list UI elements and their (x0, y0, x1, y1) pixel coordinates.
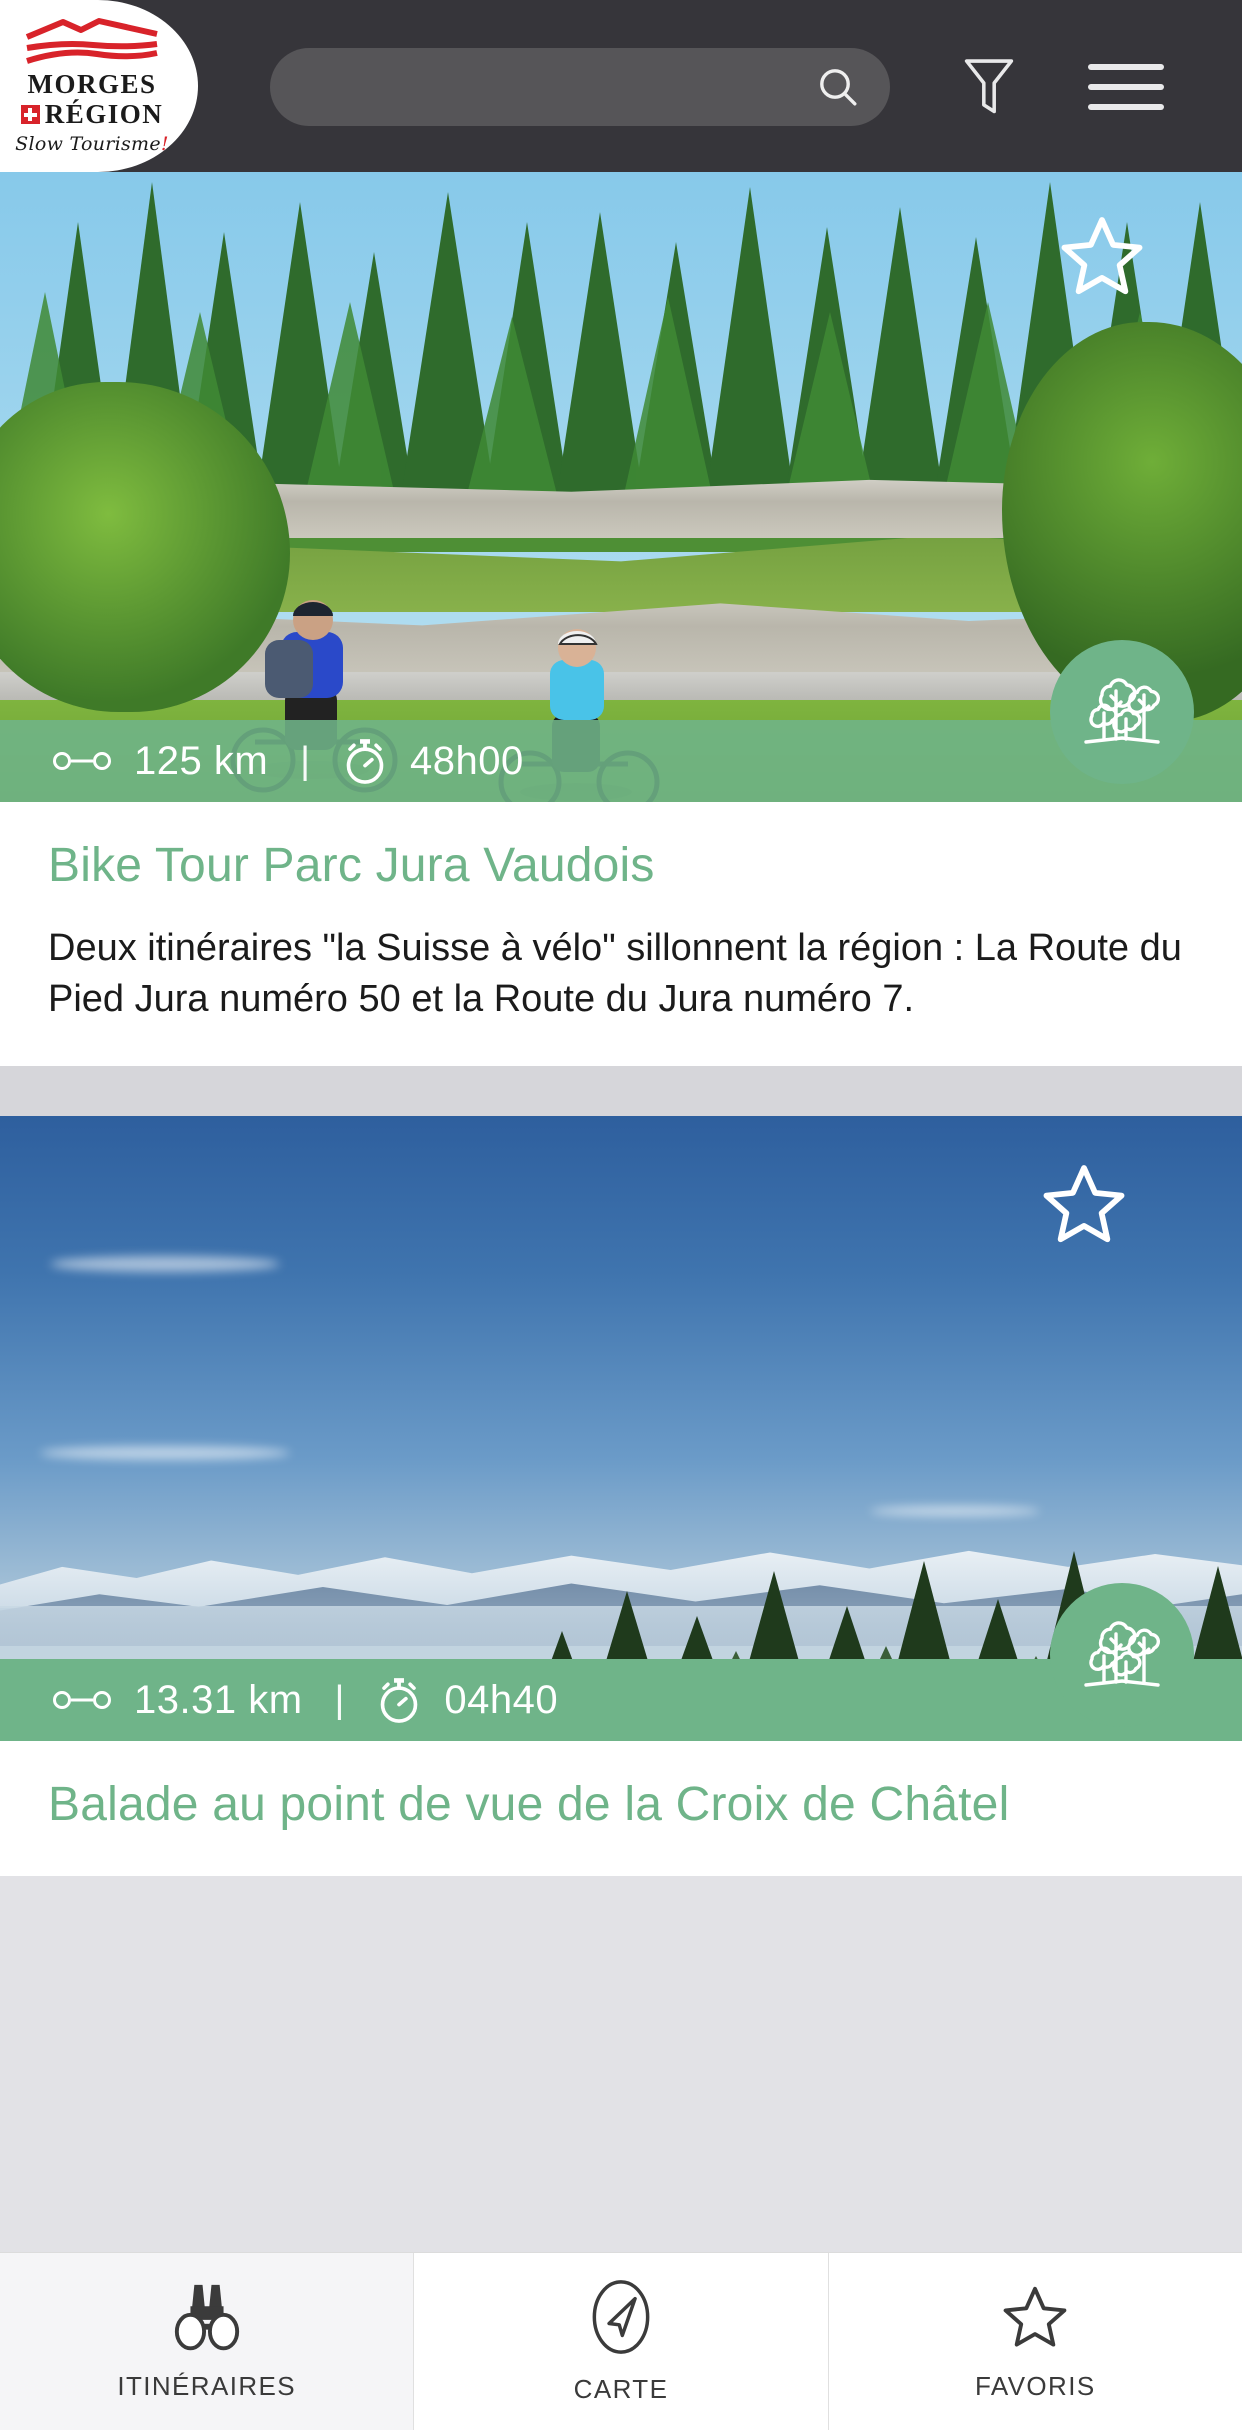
duration-info: 48h00 (342, 736, 524, 786)
itinerary-card[interactable]: 13.31 km | 04h40 Balade au point de vue … (0, 1116, 1242, 1877)
stopwatch-icon (346, 739, 384, 784)
star-outline-icon (1003, 2286, 1067, 2347)
tab-itineraires[interactable]: ITINÉRAIRES (0, 2253, 415, 2430)
card-title[interactable]: Balade au point de vue de la Croix de Ch… (48, 1777, 1194, 1834)
duration-info: 04h40 (376, 1675, 558, 1725)
card-body: Balade au point de vue de la Croix de Ch… (0, 1741, 1242, 1877)
card-separator (0, 1066, 1242, 1117)
card-description: Deux itinéraires "la Suisse à vélo" sill… (48, 926, 1182, 1020)
brand-name-line1: MORGES (27, 69, 157, 99)
search-input[interactable] (270, 48, 890, 126)
forest-trees-icon (1084, 1621, 1161, 1688)
compass-navigation-icon (592, 2280, 650, 2354)
forest-trees-icon (1084, 678, 1161, 744)
category-badge[interactable] (1050, 640, 1194, 784)
route-distance-icon (53, 1691, 111, 1710)
bottom-navigation: ITINÉRAIRES CARTE FAVORIS (0, 2252, 1242, 2430)
hamburger-menu-icon[interactable] (1088, 64, 1164, 110)
card-title[interactable]: Bike Tour Parc Jura Vaudois (48, 838, 1194, 895)
category-badge[interactable] (1050, 1583, 1194, 1728)
stopwatch-icon (381, 1678, 418, 1724)
filter-button[interactable] (946, 50, 1032, 124)
favorite-button[interactable] (1036, 1158, 1132, 1250)
itineraries-list[interactable]: 125 km | 48h00 Bike Tour Parc Jura Vaudo… (0, 172, 1242, 2252)
card-photo: 13.31 km | 04h40 (0, 1116, 1242, 1742)
star-outline-icon[interactable] (1036, 1158, 1132, 1250)
distance-value: 125 km (134, 738, 269, 783)
tab-favoris[interactable]: FAVORIS (828, 2253, 1242, 2430)
card-body: Bike Tour Parc Jura Vaudois Deux itinéra… (0, 802, 1242, 1067)
swiss-cross-icon (20, 105, 40, 124)
app-header: MORGES RÉGION Slow Tourisme! (0, 0, 1242, 172)
brand-logo[interactable]: MORGES RÉGION Slow Tourisme! (0, 0, 198, 172)
distance-info: 125 km (52, 739, 268, 784)
info-separator: | (334, 1678, 345, 1721)
search-field[interactable] (298, 71, 814, 103)
duration-value: 48h00 (410, 738, 524, 783)
distance-info: 13.31 km (52, 1678, 303, 1723)
tab-label: ITINÉRAIRES (117, 2371, 296, 2401)
tab-carte[interactable]: CARTE (414, 2253, 829, 2430)
route-distance-icon (53, 752, 111, 770)
brand-slogan: Slow Tourisme! (15, 133, 169, 155)
star-outline-icon[interactable] (1054, 210, 1150, 302)
tab-label: FAVORIS (975, 2371, 1096, 2401)
info-separator: | (300, 739, 311, 782)
distance-value: 13.31 km (134, 1677, 303, 1722)
morges-mountain-mark-icon (25, 18, 158, 64)
search-icon[interactable] (814, 63, 862, 111)
filter-icon[interactable] (960, 54, 1018, 120)
tab-label: CARTE (573, 2374, 669, 2404)
duration-value: 04h40 (444, 1677, 559, 1722)
itinerary-card[interactable]: 125 km | 48h00 Bike Tour Parc Jura Vaudo… (0, 172, 1242, 1067)
menu-button[interactable] (1078, 50, 1174, 124)
binoculars-icon (174, 2284, 239, 2351)
card-photo: 125 km | 48h00 (0, 172, 1242, 802)
brand-name-line2: RÉGION (44, 99, 164, 129)
favorite-button[interactable] (1054, 210, 1150, 302)
